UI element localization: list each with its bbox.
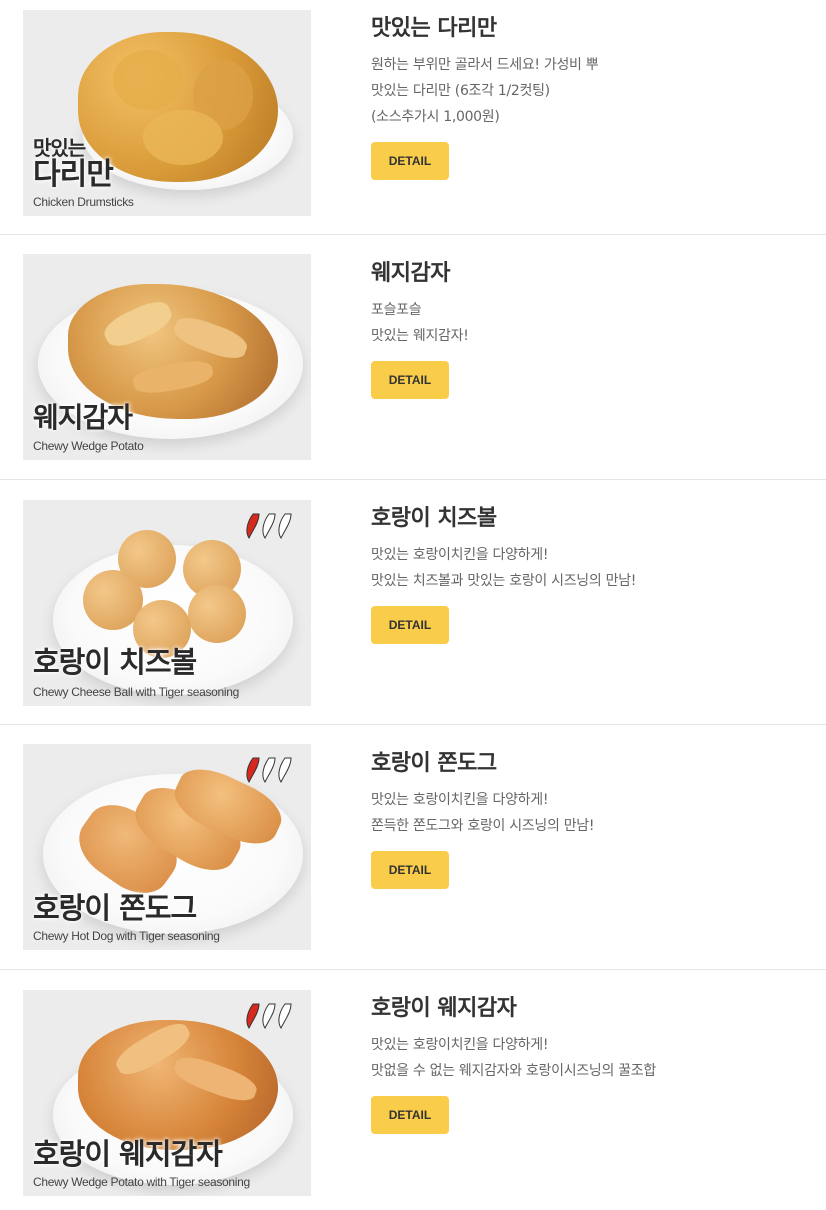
menu-item: 호랑이 치즈볼 Chewy Cheese Ball with Tiger sea… (0, 490, 826, 735)
menu-item-title: 호랑이 쫀도그 (371, 751, 497, 776)
image-title: 호랑이 웨지감자 (33, 1137, 223, 1171)
menu-item: 맛있는 다리만 Chicken Drumsticks 맛있는 다리만 원하는 부… (0, 0, 826, 245)
menu-item-description: 원하는 부위만 골라서 드세요! 가성비 뿌 맛있는 다리만 (6조각 1/2컷… (371, 57, 599, 125)
menu-item-description: 포슬포슬 맛있는 웨지감자! (371, 302, 469, 344)
detail-button[interactable]: DETAIL (371, 606, 449, 644)
image-subtitle: Chewy Wedge Potato (33, 439, 144, 453)
divider (0, 969, 826, 970)
menu-item-description: 맛있는 호랑이치킨을 다양하게! 맛없을 수 없는 웨지감자와 호랑이시즈닝의 … (371, 1037, 656, 1079)
menu-item: 호랑이 웨지감자 Chewy Wedge Potato with Tiger s… (0, 980, 826, 1210)
spicy-level-icon (246, 1003, 292, 1029)
menu-item-title: 호랑이 웨지감자 (371, 996, 517, 1021)
menu-item-title: 호랑이 치즈볼 (371, 506, 497, 531)
image-subtitle: Chewy Hot Dog with Tiger seasoning (33, 929, 220, 943)
spicy-level-icon (246, 513, 292, 539)
divider (0, 234, 826, 235)
divider (0, 479, 826, 480)
image-subtitle: Chewy Wedge Potato with Tiger seasoning (33, 1175, 250, 1189)
divider (0, 724, 826, 725)
image-subtitle: Chicken Drumsticks (33, 195, 134, 209)
image-title: 호랑이 쫀도그 (33, 891, 197, 925)
detail-button[interactable]: DETAIL (371, 142, 449, 180)
detail-button[interactable]: DETAIL (371, 851, 449, 889)
image-subtitle: Chewy Cheese Ball with Tiger seasoning (33, 685, 240, 699)
detail-button[interactable]: DETAIL (371, 1096, 449, 1134)
detail-button[interactable]: DETAIL (371, 361, 449, 399)
menu-item-image[interactable]: 호랑이 쫀도그 Chewy Hot Dog with Tiger seasoni… (23, 744, 311, 950)
menu-item-image[interactable]: 웨지감자 Chewy Wedge Potato (23, 254, 311, 460)
spicy-level-icon (246, 757, 292, 783)
image-title: 다리만 (33, 157, 114, 192)
menu-item-image[interactable]: 호랑이 웨지감자 Chewy Wedge Potato with Tiger s… (23, 990, 311, 1196)
menu-item-description: 맛있는 호랑이치킨을 다양하게! 맛있는 치즈볼과 맛있는 호랑이 시즈닝의 만… (371, 547, 637, 589)
image-title: 호랑이 치즈볼 (33, 645, 197, 679)
menu-item: 웨지감자 Chewy Wedge Potato 웨지감자 포슬포슬 맛있는 웨지… (0, 245, 826, 490)
menu-item-image[interactable]: 호랑이 치즈볼 Chewy Cheese Ball with Tiger sea… (23, 500, 311, 706)
menu-item-title: 맛있는 다리만 (371, 16, 497, 41)
menu-item-description: 맛있는 호랑이치킨을 다양하게! 쫀득한 쫀도그와 호랑이 시즈닝의 만남! (371, 792, 595, 834)
menu-item: 호랑이 쫀도그 Chewy Hot Dog with Tiger seasoni… (0, 735, 826, 980)
image-title-small: 맛있는 (33, 136, 86, 160)
menu-item-title: 웨지감자 (371, 261, 450, 286)
menu-item-image[interactable]: 맛있는 다리만 Chicken Drumsticks (23, 10, 311, 216)
image-title: 웨지감자 (33, 401, 133, 434)
